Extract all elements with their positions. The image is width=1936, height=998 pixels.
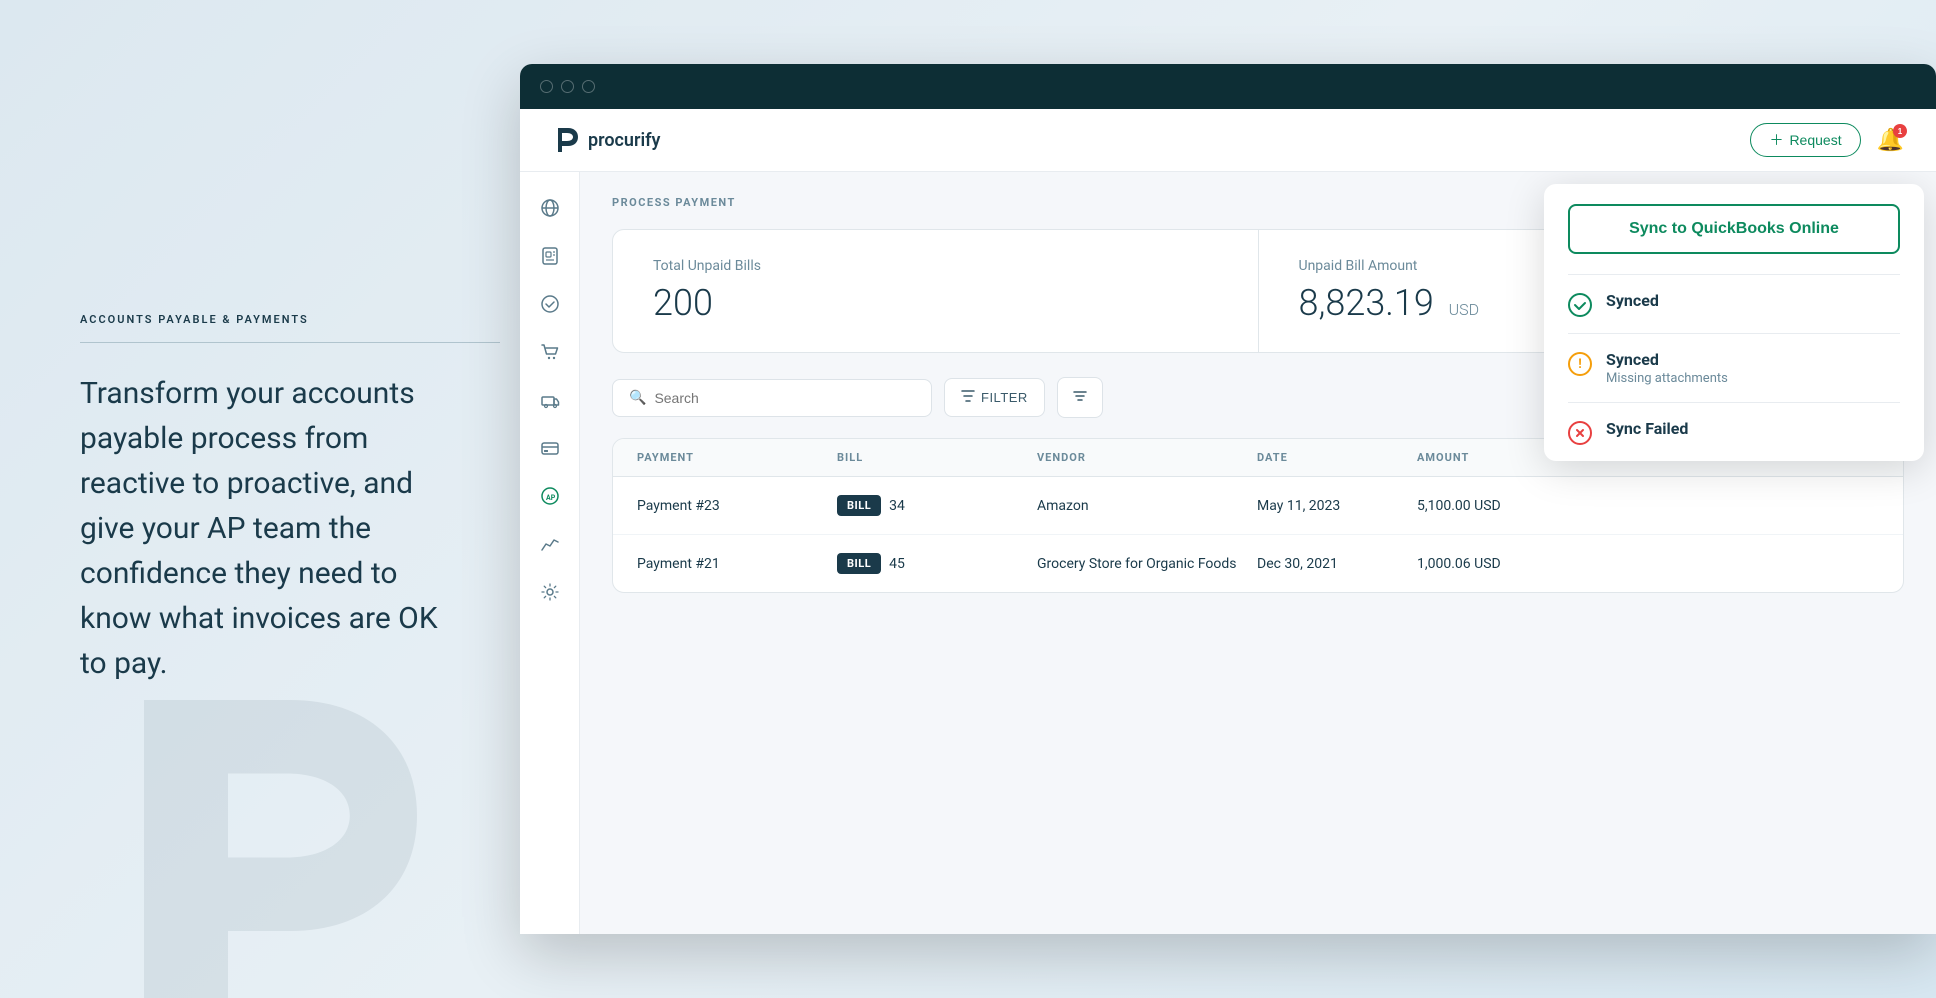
page-wrapper: ACCOUNTS PAYABLE & PAYMENTS Transform yo… xyxy=(0,0,1936,998)
header-vendor: VENDOR xyxy=(1037,451,1257,464)
header-date: DATE xyxy=(1257,451,1417,464)
failed-item-text: Sync Failed xyxy=(1606,419,1900,438)
sidebar-item-analytics[interactable] xyxy=(530,524,570,564)
header-payment: PAYMENT xyxy=(637,451,837,464)
bill-tag-2: BILL xyxy=(837,553,881,574)
logo-text: procurify xyxy=(588,130,660,151)
table-wrapper: PAYMENT BILL VENDOR DATE AMOUNT Payment … xyxy=(612,438,1904,593)
synced-warning-subtitle: Missing attachments xyxy=(1606,371,1900,386)
sidebar-item-reports[interactable] xyxy=(530,236,570,276)
reports-icon xyxy=(540,246,560,266)
browser-dot-minimize xyxy=(561,80,574,93)
cell-amount-2: 1,000.06 USD xyxy=(1417,556,1577,572)
cell-payment-1: Payment #23 xyxy=(637,498,837,514)
sidebar-item-settings[interactable] xyxy=(530,572,570,612)
left-panel: ACCOUNTS PAYABLE & PAYMENTS Transform yo… xyxy=(0,253,520,746)
svg-text:AP: AP xyxy=(546,494,556,502)
request-button[interactable]: ＋ Request xyxy=(1750,123,1860,157)
sidebar-item-ap[interactable]: AP xyxy=(530,476,570,516)
warning-icon: ! xyxy=(1568,352,1592,376)
stat-currency: USD xyxy=(1449,300,1480,319)
check-icon xyxy=(1573,298,1587,312)
cell-payment-2: Payment #21 xyxy=(637,556,837,572)
request-label: Request xyxy=(1789,132,1841,148)
dropdown-header: Sync to QuickBooks Online xyxy=(1544,184,1924,274)
filter-button[interactable]: FILTER xyxy=(944,378,1045,417)
cell-date-1: May 11, 2023 xyxy=(1257,498,1417,514)
browser-dot-maximize xyxy=(582,80,595,93)
settings-icon xyxy=(540,582,560,602)
credit-card-icon xyxy=(540,438,560,458)
search-icon: 🔍 xyxy=(629,390,646,406)
x-icon xyxy=(1573,426,1587,440)
hero-text: Transform your accounts payable process … xyxy=(80,371,460,686)
sort-icon xyxy=(1072,388,1088,404)
browser-chrome xyxy=(520,64,1936,109)
ap-icon: AP xyxy=(540,486,560,506)
failed-icon xyxy=(1568,421,1592,445)
cell-date-2: Dec 30, 2021 xyxy=(1257,556,1417,572)
sync-qbo-button[interactable]: Sync to QuickBooks Online xyxy=(1568,204,1900,254)
delivery-icon xyxy=(540,390,560,410)
notification-button[interactable]: 🔔 1 xyxy=(1877,127,1904,153)
stat-label-bills: Total Unpaid Bills xyxy=(653,258,1218,274)
plus-icon: ＋ xyxy=(1769,130,1783,150)
search-box: 🔍 xyxy=(612,379,932,417)
logo-area: procurify xyxy=(552,126,660,154)
synced-icon xyxy=(1568,293,1592,317)
stat-card-bills: Total Unpaid Bills 200 xyxy=(613,230,1259,352)
header-bill: BILL xyxy=(837,451,1037,464)
stat-value-bills: 200 xyxy=(653,282,1218,324)
notification-badge: 1 xyxy=(1893,124,1907,138)
synced-item-text: Synced xyxy=(1606,291,1900,310)
browser-window: procurify ＋ Request 🔔 1 xyxy=(520,64,1936,934)
search-input[interactable] xyxy=(654,390,915,406)
table-row[interactable]: Payment #23 BILL 34 Amazon May 11, 2023 … xyxy=(613,477,1903,535)
approvals-icon xyxy=(540,294,560,314)
app-header: procurify ＋ Request 🔔 1 xyxy=(520,109,1936,172)
filter-icon xyxy=(961,389,975,406)
main-content: PROCESS PAYMENT Total Unpaid Bills 200 U… xyxy=(580,172,1936,934)
sync-dropdown: Sync to QuickBooks Online Synced xyxy=(1544,184,1924,461)
cell-bill-2: BILL 45 xyxy=(837,553,1037,574)
dropdown-item-failed[interactable]: Sync Failed xyxy=(1544,403,1924,461)
bill-number-1: 34 xyxy=(889,498,905,514)
header-actions: ＋ Request 🔔 1 xyxy=(1750,123,1904,157)
table-row[interactable]: Payment #21 BILL 45 Grocery Store for Or… xyxy=(613,535,1903,592)
failed-title: Sync Failed xyxy=(1606,419,1900,438)
browser-dot-close xyxy=(540,80,553,93)
sidebar-item-delivery[interactable] xyxy=(530,380,570,420)
dropdown-item-synced[interactable]: Synced xyxy=(1544,275,1924,333)
sidebar-item-globe[interactable] xyxy=(530,188,570,228)
category-label: ACCOUNTS PAYABLE & PAYMENTS xyxy=(80,313,460,326)
divider xyxy=(80,342,500,343)
synced-title: Synced xyxy=(1606,291,1900,310)
sort-button[interactable] xyxy=(1057,377,1103,418)
sidebar-item-cart[interactable] xyxy=(530,332,570,372)
globe-icon xyxy=(540,198,560,218)
app-body: AP PROCESS PAYMENT Total Unpai xyxy=(520,172,1936,934)
sidebar-item-credit-card[interactable] xyxy=(530,428,570,468)
bill-number-2: 45 xyxy=(889,556,905,572)
analytics-icon xyxy=(540,534,560,554)
procurify-logo-icon xyxy=(552,126,580,154)
synced-warning-item-text: Synced Missing attachments xyxy=(1606,350,1900,386)
synced-warning-title: Synced xyxy=(1606,350,1900,369)
cell-vendor-1: Amazon xyxy=(1037,498,1257,514)
bill-tag-1: BILL xyxy=(837,495,881,516)
cell-vendor-2: Grocery Store for Organic Foods xyxy=(1037,556,1257,572)
filter-label: FILTER xyxy=(981,390,1028,405)
cell-bill-1: BILL 34 xyxy=(837,495,1037,516)
sidebar: AP xyxy=(520,172,580,934)
sidebar-item-approvals[interactable] xyxy=(530,284,570,324)
cell-amount-1: 5,100.00 USD xyxy=(1417,498,1577,514)
dropdown-item-synced-warning[interactable]: ! Synced Missing attachments xyxy=(1544,334,1924,402)
cart-icon xyxy=(540,342,560,362)
